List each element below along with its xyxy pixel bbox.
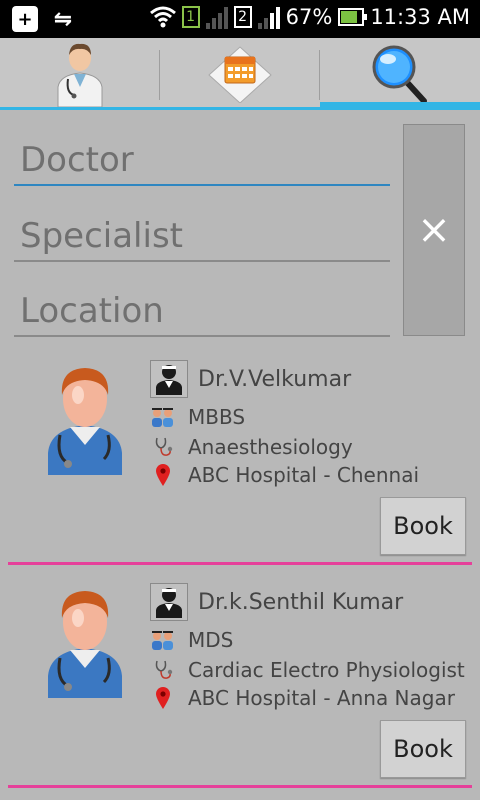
doctor-name: Dr.V.Velkumar [198,366,352,392]
hospital-row: ABC Hospital - Chennai [150,463,419,487]
doctor-avatar-icon [48,368,122,475]
doctor-card[interactable]: Dr.V.Velkumar MBBS Anaesthesiology ABC H… [0,343,480,565]
battery-icon [338,8,368,26]
doctor-card[interactable]: Dr.k.Senthil Kumar MDS Cardiac Electro P… [0,566,480,788]
doctor-avatar-icon [48,591,122,698]
battery-percent: 67% [285,5,333,29]
doctor-icon [57,43,103,107]
tab-appointment[interactable] [160,38,320,110]
stethoscope-icon [150,658,176,682]
doctor-name-row: Dr.k.Senthil Kumar [150,583,403,621]
usb-icon: ⇋ [53,6,73,32]
doctor-field[interactable] [14,136,390,186]
doctor-name-row: Dr.V.Velkumar [150,360,351,398]
tab-search[interactable] [320,38,480,110]
location-pin-icon [150,463,176,487]
status-bar: + ⇋ 1 2 67% 11:33 AM [0,0,480,38]
stethoscope-icon [150,435,176,459]
wifi-icon [149,6,176,28]
tab-active-indicator [320,102,480,110]
location-input[interactable] [14,287,390,335]
doctor-input[interactable] [14,136,390,184]
calendar-icon [208,46,272,103]
doctor-name: Dr.k.Senthil Kumar [198,589,404,615]
location-pin-icon [150,686,176,710]
doctor-hospital: ABC Hospital - Anna Nagar [188,686,455,710]
doctor-badge-icon [150,583,188,621]
signal2-icon [257,5,280,29]
doctor-specialty: Cardiac Electro Physiologist [188,658,465,682]
doctor-badge-icon [150,360,188,398]
doctor-degree: MDS [188,628,234,652]
doctor-degree: MBBS [188,405,246,429]
card-separator [8,785,472,788]
close-icon: × [417,207,451,253]
clock: 11:33 AM [370,5,470,29]
tab-doctor[interactable] [0,38,160,110]
specialist-input[interactable] [14,212,390,260]
doctor-specialty: Anaesthesiology [188,435,353,459]
sim1-icon: 1 [181,6,200,28]
add-notification-icon: + [12,6,38,32]
card-separator [8,562,472,565]
location-field[interactable] [14,287,390,337]
clear-button[interactable]: × [403,124,465,336]
book-button[interactable]: Book [380,720,466,778]
specialty-row: Anaesthesiology [150,435,353,459]
sim2-icon: 2 [233,6,252,28]
specialist-field[interactable] [14,212,390,262]
signal1-icon [205,5,228,29]
hospital-row: ABC Hospital - Anna Nagar [150,686,455,710]
tab-bar [0,38,480,110]
graduates-icon [150,405,176,429]
degree-row: MBBS [150,405,245,429]
magnifier-icon [372,45,427,104]
graduates-icon [150,628,176,652]
book-button[interactable]: Book [380,497,466,555]
degree-row: MDS [150,628,233,652]
doctor-hospital: ABC Hospital - Chennai [188,463,420,487]
tab-underline [0,107,320,110]
specialty-row: Cardiac Electro Physiologist [150,658,465,682]
